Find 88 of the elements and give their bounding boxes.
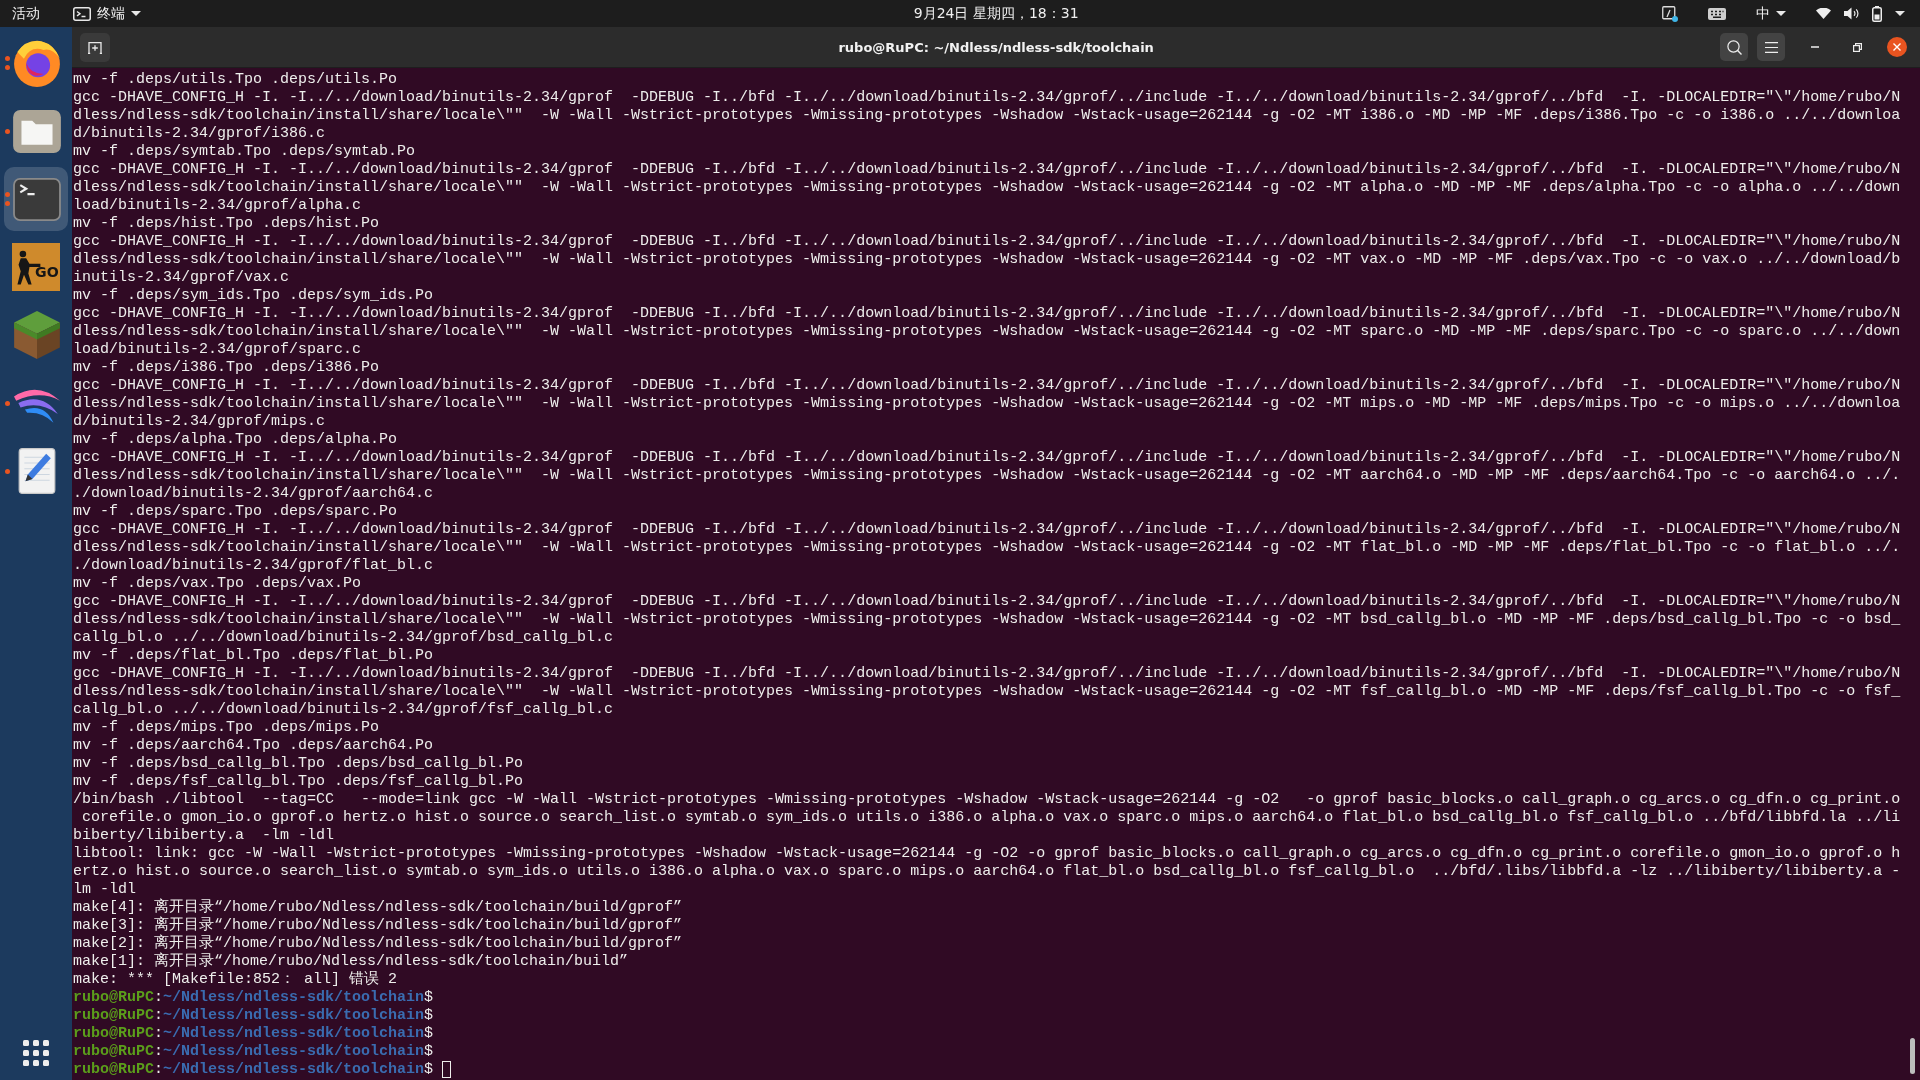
soldier-logo-icon[interactable]: GO	[12, 243, 60, 291]
terminal-icon	[73, 6, 91, 21]
output-line: gcc -DHAVE_CONFIG_H -I. -I../../download/binutils-2.34/gprof -DDEBUG -I../bfd -I../../download/binutils-2.34/gprof/../include -I../../download/binutils-2.34/gprof/../bfd -I. -DLOCALEDIR="\"/home/rubo/N	[73, 161, 1901, 179]
output-line: make[3]: 离开目录“/home/rubo/Ndless/ndless-sdk/toolchain/build/gprof”	[73, 917, 683, 934]
output-line: inutils-2.34/gprof/vax.c	[73, 269, 290, 287]
wifi-icon	[1816, 8, 1832, 19]
output-line: ./download/binutils-2.34/gprof/aarch64.c	[73, 485, 434, 503]
menu-button[interactable]	[1757, 33, 1786, 61]
output-line: gcc -DHAVE_CONFIG_H -I. -I../../download/binutils-2.34/gprof -DDEBUG -I../bfd -I../../download/binutils-2.34/gprof/../include -I../../download/binutils-2.34/gprof/../bfd -I. -DLOCALEDIR="\"/home/rubo/N	[73, 449, 1901, 467]
prompt-line: rubo@RuPC:~/Ndless/ndless-sdk/toolchain$	[73, 1025, 434, 1043]
minimize-icon	[1811, 46, 1820, 48]
output-line: mv -f .deps/aarch64.Tpo .deps/aarch64.Po	[73, 737, 434, 755]
output-line: dless/ndless-sdk/toolchain/install/share/locale\"" -W -Wall -Wstrict-prototypes -Wmissing-prototypes -Wshadow -Wstack-usage=262144 -g -O2 -MT sparc.o -MD -MP -MF .deps/sparc.Tpo -c -o sparc.o ../../down	[73, 323, 1901, 341]
flame-globe-icon[interactable]	[13, 39, 61, 87]
dock-item[interactable]: GO	[4, 235, 68, 299]
output-line: dless/ndless-sdk/toolchain/install/share/locale\"" -W -Wall -Wstrict-prototypes -Wmissing-prototypes -Wshadow -Wstack-usage=262144 -g -O2 -MT i386.o -MD -MP -MF .deps/i386.Tpo -c -o i386.o ../../downloa	[73, 107, 1901, 125]
volume-icon	[1844, 7, 1860, 20]
output-line: mv -f .deps/mips.Tpo .deps/mips.Po	[73, 719, 380, 737]
output-line: mv -f .deps/i386.Tpo .deps/i386.Po	[73, 359, 380, 377]
output-line: make[4]: 离开目录“/home/rubo/Ndless/ndless-sdk/toolchain/build/gprof”	[73, 899, 683, 916]
output-line: biberty/libiberty.a -lm -ldl	[73, 827, 335, 845]
output-line: callg_bl.o ../../download/binutils-2.34/gprof/bsd_callg_bl.c	[73, 629, 614, 647]
prompt-line: rubo@RuPC:~/Ndless/ndless-sdk/toolchain$	[73, 1007, 434, 1025]
output-line: lm -ldl	[73, 881, 136, 899]
app-menu-button[interactable]: 终端	[73, 0, 141, 27]
output-line: gcc -DHAVE_CONFIG_H -I. -I../../download/binutils-2.34/gprof -DDEBUG -I../bfd -I../../download/binutils-2.34/gprof/../include -I../../download/binutils-2.34/gprof/../bfd -I. -DLOCALEDIR="\"/home/rubo/N	[73, 377, 1901, 395]
output-line: /bin/bash ./libtool --tag=CC --mode=link gcc -W -Wall -Wstrict-prototypes -Wmissing-prototypes -Wshadow -Wstack-usage=262144 -g -O2 -o gprof basic_blocks.o call_graph.o cg_arcs.o cg_dfn.o cg_print.o	[73, 791, 1901, 809]
search-icon	[1726, 39, 1742, 55]
grass-cube-icon[interactable]	[14, 311, 60, 359]
output-line: make: *** [Makefile:852： all] 错误 2	[73, 971, 398, 989]
app-grid-icon[interactable]	[23, 1040, 49, 1066]
search-button[interactable]	[1720, 33, 1749, 61]
output-line: dless/ndless-sdk/toolchain/install/share/locale\"" -W -Wall -Wstrict-prototypes -Wmissing-prototypes -Wshadow -Wstack-usage=262144 -g -O2 -MT bsd_callg_bl.o -MD -MP -MF .deps/bsd_callg_bl.Tpo -c -o bsd_	[73, 611, 1901, 629]
clock-button[interactable]: 9月24日 星期四，18：31	[913, 0, 1079, 27]
output-line: dless/ndless-sdk/toolchain/install/share/locale\"" -W -Wall -Wstrict-prototypes -Wmissing-prototypes -Wshadow -Wstack-usage=262144 -g -O2 -MT fsf_callg_bl.o -MD -MP -MF .deps/fsf_callg_bl.Tpo -c -o fsf_	[73, 683, 1901, 701]
output-line: corefile.o gmon_io.o gprof.o hertz.o hist.o source.o search_list.o symtab.o sym_ids.o utils.o i386.o alpha.o vax.o sparc.o mips.o aarch64.o flat_bl.o bsd_callg_bl.o fsf_callg_bl.o ../bfd/libbfd.la ../li	[81, 809, 1901, 827]
scrollbar-thumb[interactable]	[1910, 1038, 1916, 1074]
input-method-button[interactable]: 中	[1756, 0, 1787, 27]
output-line: mv -f .deps/vax.Tpo .deps/vax.Po	[73, 575, 362, 593]
caret-icon	[1776, 11, 1787, 16]
output-line: mv -f .deps/utils.Tpo .deps/utils.Po	[73, 71, 398, 89]
output-line: mv -f .deps/bsd_callg_bl.Tpo .deps/bsd_callg_bl.Po	[73, 755, 524, 773]
keyboard-icon[interactable]	[1708, 7, 1727, 20]
output-line: d/binutils-2.34/gprof/mips.c	[73, 413, 326, 431]
restore-icon	[1852, 42, 1862, 52]
output-line: ./download/binutils-2.34/gprof/flat_bl.c	[73, 557, 434, 575]
prompt-line: rubo@RuPC:~/Ndless/ndless-sdk/toolchain$	[73, 1043, 434, 1061]
output-line: mv -f .deps/flat_bl.Tpo .deps/flat_bl.Po	[73, 647, 434, 665]
caret-icon	[1895, 11, 1906, 16]
output-line: gcc -DHAVE_CONFIG_H -I. -I../../download/binutils-2.34/gprof -DDEBUG -I../bfd -I../../download/binutils-2.34/gprof/../include -I../../download/binutils-2.34/gprof/../bfd -I. -DLOCALEDIR="\"/home/rubo/N	[73, 665, 1901, 683]
output-line: make[2]: 离开目录“/home/rubo/Ndless/ndless-sdk/toolchain/build/gprof”	[73, 935, 683, 952]
output-line: mv -f .deps/fsf_callg_bl.Tpo .deps/fsf_callg_bl.Po	[73, 773, 524, 791]
output-line: dless/ndless-sdk/toolchain/install/share/locale\"" -W -Wall -Wstrict-prototypes -Wmissing-prototypes -Wshadow -Wstack-usage=262144 -g -O2 -MT vax.o -MD -MP -MF .deps/vax.Tpo -c -o vax.o ../../download/b	[73, 251, 1901, 269]
caret-icon	[131, 11, 141, 16]
output-line: d/binutils-2.34/gprof/i386.c	[73, 125, 326, 143]
tab-plus-icon	[88, 40, 102, 54]
battery-icon	[1872, 5, 1883, 22]
output-line: mv -f .deps/symtab.Tpo .deps/symtab.Po	[73, 143, 416, 161]
output-line: mv -f .deps/alpha.Tpo .deps/alpha.Po	[73, 431, 398, 449]
prompt-line: rubo@RuPC:~/Ndless/ndless-sdk/toolchain$	[73, 1061, 434, 1079]
output-line: dless/ndless-sdk/toolchain/install/share/locale\"" -W -Wall -Wstrict-prototypes -Wmissing-prototypes -Wshadow -Wstack-usage=262144 -g -O2 -MT mips.o -MD -MP -MF .deps/mips.Tpo -c -o mips.o ../../downloa	[73, 395, 1901, 413]
close-button[interactable]	[1887, 37, 1908, 57]
window-title: rubo@RuPC: ~/Ndless/ndless-sdk/toolchain	[838, 39, 1154, 55]
output-line: make[1]: 离开目录“/home/rubo/Ndless/ndless-sdk/toolchain/build”	[73, 953, 629, 971]
output-line: gcc -DHAVE_CONFIG_H -I. -I../../download/binutils-2.34/gprof -DDEBUG -I../bfd -I../../download/binutils-2.34/gprof/../include -I../../download/binutils-2.34/gprof/../bfd -I. -DLOCALEDIR="\"/home/rubo/N	[73, 593, 1901, 611]
output-line: dless/ndless-sdk/toolchain/install/share/locale\"" -W -Wall -Wstrict-prototypes -Wmissing-prototypes -Wshadow -Wstack-usage=262144 -g -O2 -MT alpha.o -MD -MP -MF .deps/alpha.Tpo -c -o alpha.o ../../down	[73, 179, 1901, 197]
output-line: load/binutils-2.34/gprof/alpha.c	[73, 197, 362, 215]
output-line: gcc -DHAVE_CONFIG_H -I. -I../../download/binutils-2.34/gprof -DDEBUG -I../bfd -I../../download/binutils-2.34/gprof/../include -I../../download/binutils-2.34/gprof/../bfd -I. -DLOCALEDIR="\"/home/rubo/N	[73, 521, 1901, 539]
output-line: mv -f .deps/hist.Tpo .deps/hist.Po	[73, 215, 380, 233]
output-line: dless/ndless-sdk/toolchain/install/share/locale\"" -W -Wall -Wstrict-prototypes -Wmissing-prototypes -Wshadow -Wstack-usage=262144 -g -O2 -MT flat_bl.o -MD -MP -MF .deps/flat_bl.Tpo -c -o flat_bl.o ../.	[73, 539, 1901, 557]
output-line: load/binutils-2.34/gprof/sparc.c	[73, 341, 362, 359]
output-line: gcc -DHAVE_CONFIG_H -I. -I../../download/binutils-2.34/gprof -DDEBUG -I../bfd -I../../download/binutils-2.34/gprof/../include -I../../download/binutils-2.34/gprof/../bfd -I. -DLOCALEDIR="\"/home/rubo/N	[73, 305, 1901, 323]
output-line: gcc -DHAVE_CONFIG_H -I. -I../../download/binutils-2.34/gprof -DDEBUG -I../bfd -I../../download/binutils-2.34/gprof/../include -I../../download/binutils-2.34/gprof/../bfd -I. -DLOCALEDIR="\"/home/rubo/N	[73, 89, 1901, 107]
new-tab-button[interactable]	[80, 32, 110, 62]
pencil-page-icon[interactable]	[18, 448, 56, 494]
terminal-icon[interactable]	[13, 177, 61, 221]
folder-icon[interactable]	[13, 109, 61, 153]
output-line: mv -f .deps/sparc.Tpo .deps/sparc.Po	[73, 503, 398, 521]
output-line: mv -f .deps/sym_ids.Tpo .deps/sym_ids.Po	[73, 287, 434, 305]
output-line: callg_bl.o ../../download/binutils-2.34/gprof/fsf_callg_bl.c	[73, 701, 614, 719]
menu-icon	[1764, 41, 1778, 53]
output-line: dless/ndless-sdk/toolchain/install/share/locale\"" -W -Wall -Wstrict-prototypes -Wmissing-prototypes -Wshadow -Wstack-usage=262144 -g -O2 -MT aarch64.o -MD -MP -MF .deps/aarch64.Tpo -c -o aarch64.o ../.	[73, 467, 1901, 485]
output-line: libtool: link: gcc -W -Wall -Wstrict-prototypes -Wmissing-prototypes -Wshadow -Wstack-usage=262144 -g -O2 -o gprof basic_blocks.o call_graph.o cg_arcs.o cg_dfn.o cg_print.o corefile.o gmon_io.o gprof.o h	[73, 845, 1901, 863]
close-icon	[1893, 43, 1902, 51]
prompt-line: rubo@RuPC:~/Ndless/ndless-sdk/toolchain$	[73, 989, 434, 1007]
output-line: ertz.o hist.o source.o search_list.o symtab.o sym_ids.o utils.o i386.o alpha.o vax.o sparc.o mips.o aarch64.o flat_bl.o bsd_callg_bl.o fsf_callg_bl.o ../bfd/.libs/libbfd.a -lz ../libiberty/libiberty.a -	[73, 863, 1901, 881]
output-line: gcc -DHAVE_CONFIG_H -I. -I../../download/binutils-2.34/gprof -DDEBUG -I../bfd -I../../download/binutils-2.34/gprof/../include -I../../download/binutils-2.34/gprof/../bfd -I. -DLOCALEDIR="\"/home/rubo/N	[73, 233, 1901, 251]
activities-button[interactable]: 活动	[0, 0, 52, 27]
